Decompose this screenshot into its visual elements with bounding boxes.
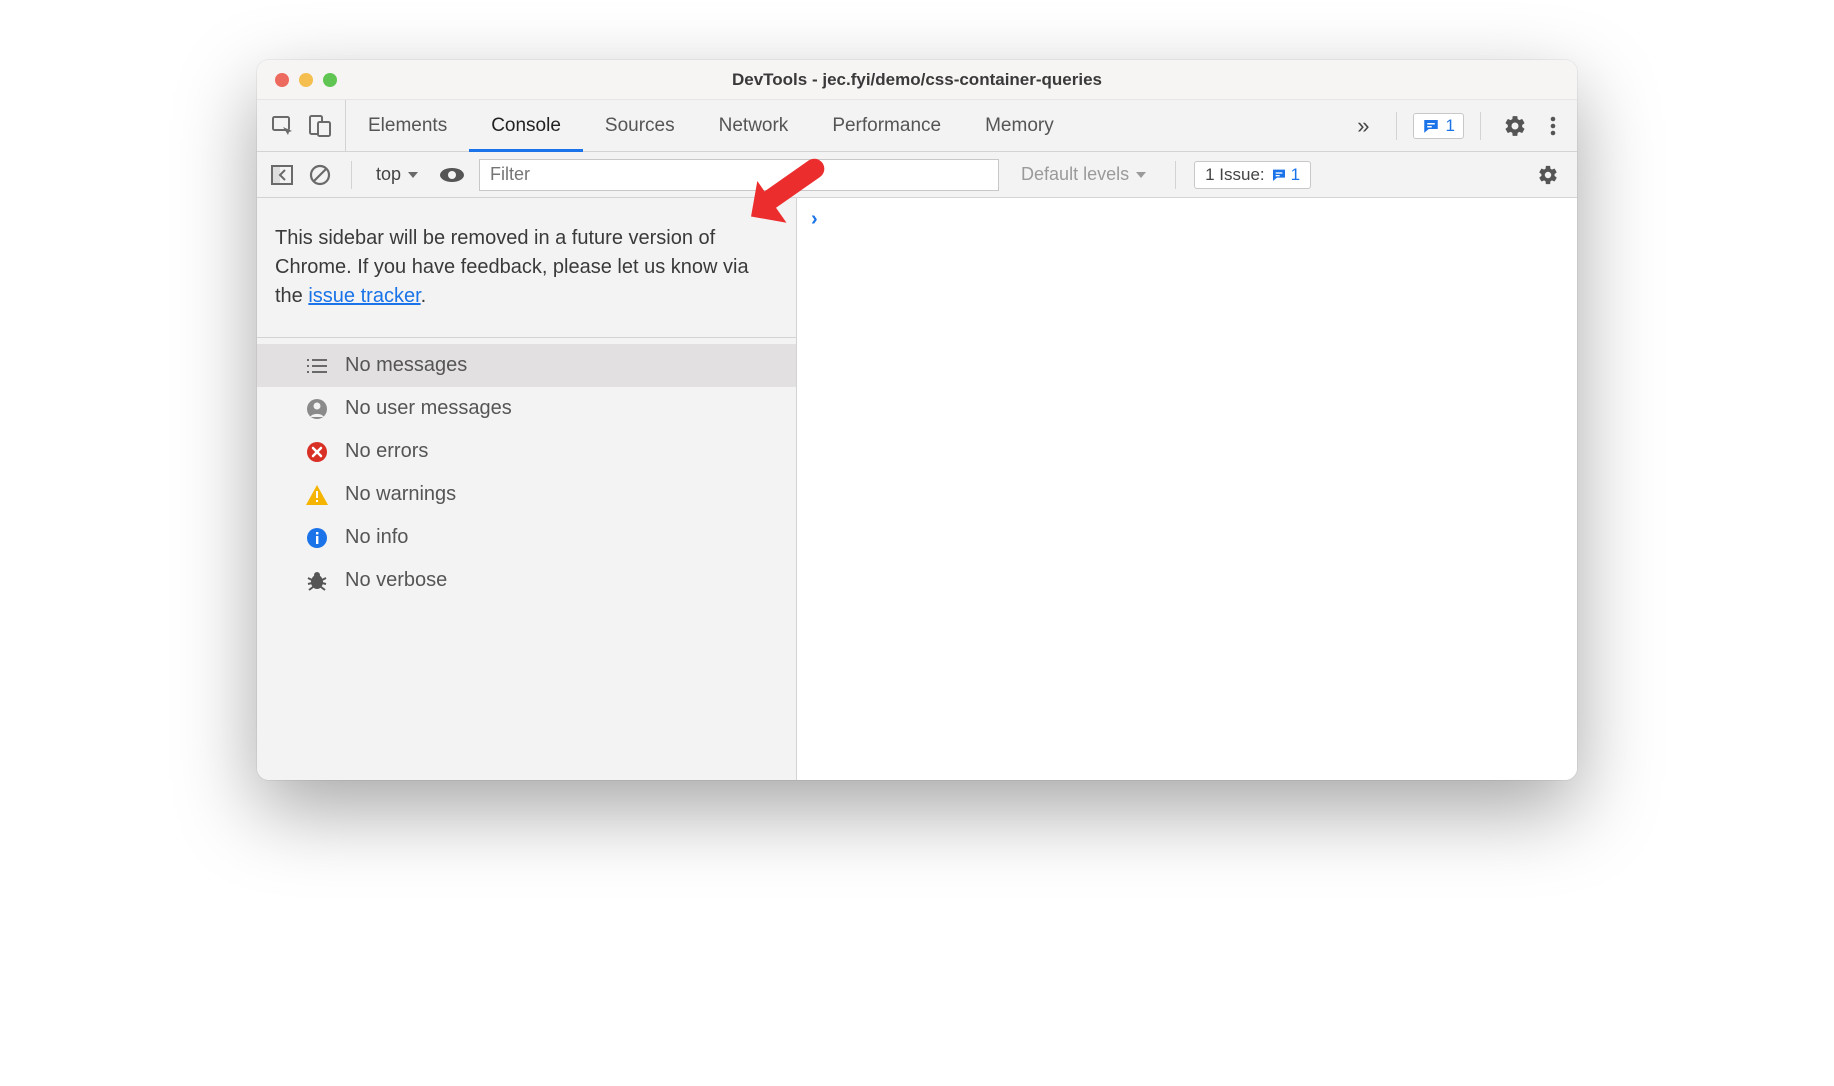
filter-label: No messages xyxy=(345,354,467,377)
issues-label: 1 Issue: xyxy=(1205,165,1265,185)
tabs-right-group: » 1 xyxy=(1347,100,1577,151)
sidebar-filter-user[interactable]: No user messages xyxy=(257,387,796,430)
more-options-icon[interactable] xyxy=(1543,108,1563,144)
tab-console[interactable]: Console xyxy=(469,100,583,151)
tab-performance[interactable]: Performance xyxy=(810,100,963,151)
clear-console-icon[interactable] xyxy=(307,162,333,188)
message-icon xyxy=(1422,117,1440,135)
console-body: This sidebar will be removed in a future… xyxy=(257,198,1577,780)
context-selector[interactable]: top xyxy=(370,164,425,185)
list-icon xyxy=(305,357,329,375)
issues-summary[interactable]: 1 Issue: 1 xyxy=(1194,161,1311,189)
filter-label: No warnings xyxy=(345,483,456,506)
devtools-window: DevTools - jec.fyi/demo/css-container-qu… xyxy=(257,60,1577,780)
divider xyxy=(1396,112,1397,140)
divider xyxy=(351,161,352,189)
titlebar: DevTools - jec.fyi/demo/css-container-qu… xyxy=(257,60,1577,100)
sidebar-filter-verbose[interactable]: No verbose xyxy=(257,559,796,602)
divider xyxy=(1480,112,1481,140)
deprecation-notice: This sidebar will be removed in a future… xyxy=(257,198,796,338)
filter-label: No errors xyxy=(345,440,428,463)
sidebar-filters: No messages No user messages No errors xyxy=(257,338,796,602)
console-settings-icon[interactable] xyxy=(1531,158,1565,192)
levels-label: Default levels xyxy=(1021,164,1129,185)
tab-sources[interactable]: Sources xyxy=(583,100,697,151)
tab-network[interactable]: Network xyxy=(697,100,811,151)
console-prompt-icon: › xyxy=(811,208,818,231)
main-tabs-bar: Elements Console Sources Network Perform… xyxy=(257,100,1577,152)
settings-icon[interactable] xyxy=(1497,108,1533,144)
filter-label: No verbose xyxy=(345,569,447,592)
issues-badge[interactable]: 1 xyxy=(1413,113,1464,139)
live-expression-icon[interactable] xyxy=(437,164,467,186)
bug-icon xyxy=(305,570,329,592)
traffic-lights xyxy=(257,73,337,87)
zoom-window-button[interactable] xyxy=(323,73,337,87)
issues-count: 1 xyxy=(1291,165,1300,185)
divider xyxy=(1175,161,1176,189)
issues-count-group: 1 xyxy=(1271,165,1300,185)
console-output[interactable]: › xyxy=(797,198,1577,780)
filter-label: No user messages xyxy=(345,397,512,420)
info-icon xyxy=(305,527,329,549)
tab-memory[interactable]: Memory xyxy=(963,100,1076,151)
context-label: top xyxy=(376,164,401,185)
log-levels-selector[interactable]: Default levels xyxy=(1011,164,1157,185)
issue-tracker-link[interactable]: issue tracker xyxy=(308,285,420,307)
sidebar-filter-warnings[interactable]: No warnings xyxy=(257,473,796,516)
console-sidebar: This sidebar will be removed in a future… xyxy=(257,198,797,780)
sidebar-filter-errors[interactable]: No errors xyxy=(257,430,796,473)
tab-elements[interactable]: Elements xyxy=(346,100,469,151)
message-icon xyxy=(1271,167,1287,183)
more-tabs-button[interactable]: » xyxy=(1347,113,1379,139)
error-icon xyxy=(305,441,329,463)
sidebar-filter-messages[interactable]: No messages xyxy=(257,344,796,387)
dropdown-triangle-icon xyxy=(407,170,419,180)
close-window-button[interactable] xyxy=(275,73,289,87)
console-toolbar: top Default levels 1 Issue: 1 xyxy=(257,152,1577,198)
warning-icon xyxy=(305,484,329,506)
issues-badge-count: 1 xyxy=(1446,116,1455,136)
filter-input[interactable] xyxy=(479,159,999,191)
minimize-window-button[interactable] xyxy=(299,73,313,87)
toggle-device-toolbar-icon[interactable] xyxy=(309,114,331,138)
dropdown-triangle-icon xyxy=(1135,170,1147,180)
filter-label: No info xyxy=(345,526,408,549)
main-tabs: Elements Console Sources Network Perform… xyxy=(346,100,1076,151)
deprecation-text-post: . xyxy=(421,285,427,307)
inspect-tools-group xyxy=(257,100,346,151)
toggle-sidebar-icon[interactable] xyxy=(269,163,295,187)
window-title: DevTools - jec.fyi/demo/css-container-qu… xyxy=(257,70,1577,90)
inspect-element-icon[interactable] xyxy=(271,114,295,138)
user-icon xyxy=(305,398,329,420)
sidebar-filter-info[interactable]: No info xyxy=(257,516,796,559)
